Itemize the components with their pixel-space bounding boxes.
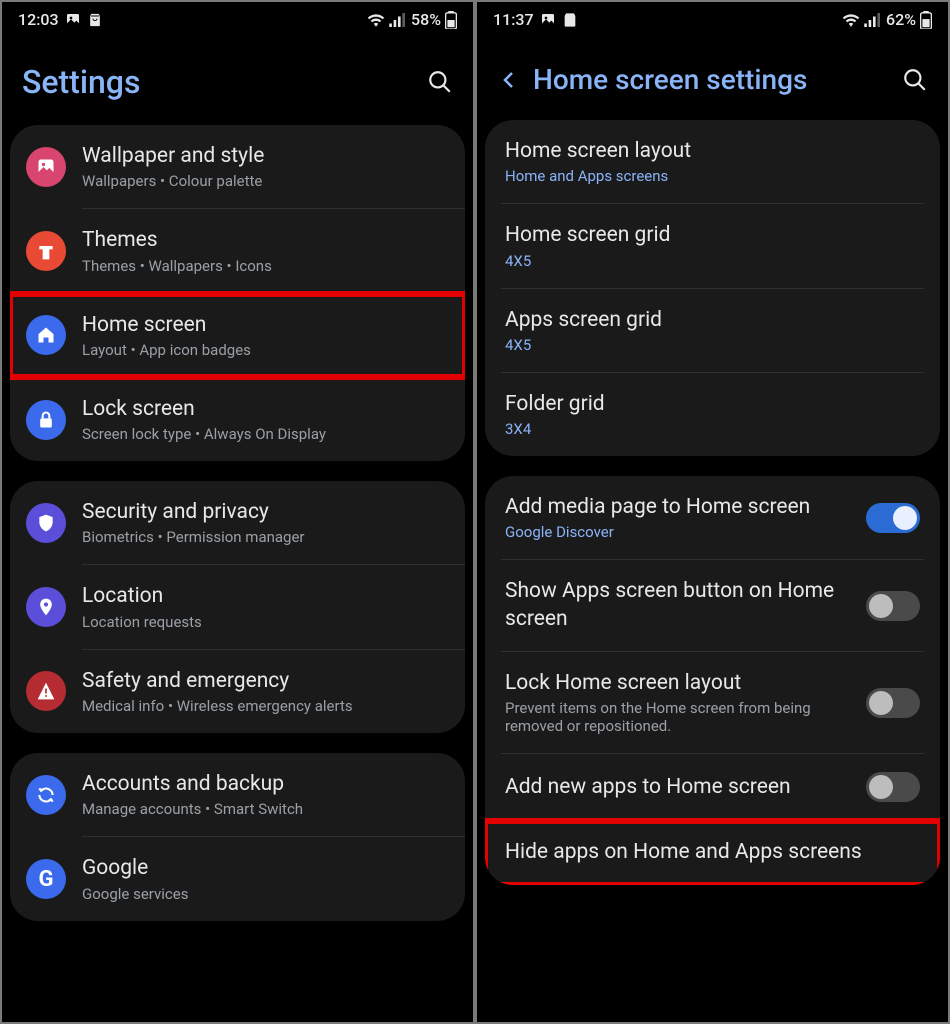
item-apps-grid[interactable]: Apps screen grid 4X5 [485,289,940,372]
gallery-icon [65,12,81,28]
settings-item-google[interactable]: G Google Google services [10,837,465,920]
page-header: Settings [2,33,473,125]
home-settings-list[interactable]: Home screen layout Home and Apps screens… [477,120,948,1022]
page-title: Settings [22,63,415,101]
settings-item-lock-screen[interactable]: Lock screen Screen lock type • Always On… [10,378,465,461]
toggle-add-new-apps[interactable] [866,772,920,802]
settings-group-accounts: Accounts and backup Manage accounts • Sm… [10,753,465,921]
shield-icon [26,503,66,543]
item-title: Lock Home screen layout [505,670,850,697]
toggle-apps-button[interactable] [866,591,920,621]
item-sub: Medical info • Wireless emergency alerts [82,697,449,715]
google-icon: G [26,859,66,899]
item-sub: 4X5 [505,336,920,354]
item-folder-grid[interactable]: Folder grid 3X4 [485,373,940,456]
item-title: Add media page to Home screen [505,494,850,521]
settings-item-wallpaper[interactable]: Wallpaper and style Wallpapers • Colour … [10,125,465,208]
item-title: Safety and emergency [82,668,449,695]
page-title: Home screen settings [533,63,890,96]
status-bar: 11:37 62% [477,2,948,33]
item-sub: Home and Apps screens [505,167,920,185]
shopping-icon [87,12,103,28]
page-header: Home screen settings [477,33,948,120]
settings-item-location[interactable]: Location Location requests [10,565,465,648]
item-sub: Screen lock type • Always On Display [82,425,449,443]
battery-icon [445,11,457,29]
item-sub: Layout • App icon badges [82,341,449,359]
settings-group-security: Security and privacy Biometrics • Permis… [10,481,465,733]
battery-icon [920,11,932,29]
item-sub: Wallpapers • Colour palette [82,172,449,190]
group-grids: Home screen layout Home and Apps screens… [485,120,940,456]
item-title: Home screen grid [505,222,920,249]
item-sub: 3X4 [505,420,920,438]
item-title: Home screen layout [505,138,920,165]
item-sub: Prevent items on the Home screen from be… [505,699,850,735]
item-title: Themes [82,227,449,254]
home-icon [26,315,66,355]
status-battery-pct: 58% [411,10,441,29]
item-home-layout[interactable]: Home screen layout Home and Apps screens [485,120,940,203]
item-title: Add new apps to Home screen [505,774,850,801]
status-battery-pct: 62% [886,10,916,29]
item-title: Location [82,583,449,610]
settings-item-security[interactable]: Security and privacy Biometrics • Permis… [10,481,465,564]
back-button[interactable] [497,68,521,92]
shopping-icon [562,12,578,28]
toggle-media-page[interactable] [866,503,920,533]
emergency-icon [26,671,66,711]
item-home-grid[interactable]: Home screen grid 4X5 [485,204,940,287]
wifi-icon [842,13,860,27]
item-title: Hide apps on Home and Apps screens [505,839,920,866]
item-sub: Themes • Wallpapers • Icons [82,257,449,275]
status-bar: 12:03 58% [2,2,473,33]
settings-item-safety[interactable]: Safety and emergency Medical info • Wire… [10,650,465,733]
item-sub: Manage accounts • Smart Switch [82,800,449,818]
settings-item-themes[interactable]: Themes Themes • Wallpapers • Icons [10,209,465,292]
toggle-lock-layout[interactable] [866,688,920,718]
phone-right-home-settings: 11:37 62% Home screen settings Home scre… [477,2,948,1022]
themes-icon [26,231,66,271]
status-time: 12:03 [18,10,59,29]
search-button[interactable] [427,69,453,95]
item-title: Show Apps screen button on Home screen [505,578,850,633]
item-sub: 4X5 [505,252,920,270]
item-title: Security and privacy [82,499,449,526]
item-title: Lock screen [82,396,449,423]
group-options: Add media page to Home screen Google Dis… [485,476,940,884]
location-icon [26,587,66,627]
item-lock-layout[interactable]: Lock Home screen layout Prevent items on… [485,652,940,753]
gallery-icon [540,12,556,28]
item-hide-apps[interactable]: Hide apps on Home and Apps screens [485,821,940,884]
settings-list[interactable]: Wallpaper and style Wallpapers • Colour … [2,125,473,1022]
item-title: Folder grid [505,391,920,418]
phone-left-settings: 12:03 58% Settings Wallpaper and style W… [2,2,473,1022]
settings-group-display: Wallpaper and style Wallpapers • Colour … [10,125,465,461]
lock-icon [26,400,66,440]
search-button[interactable] [902,67,928,93]
item-title: Wallpaper and style [82,143,449,170]
item-sub: Biometrics • Permission manager [82,528,449,546]
item-title: Apps screen grid [505,307,920,334]
item-add-new-apps[interactable]: Add new apps to Home screen [485,754,940,820]
wifi-icon [367,13,385,27]
item-sub: Google Discover [505,523,850,541]
item-title: Home screen [82,312,449,339]
item-sub: Google services [82,885,449,903]
item-media-page[interactable]: Add media page to Home screen Google Dis… [485,476,940,559]
item-show-apps-button[interactable]: Show Apps screen button on Home screen [485,560,940,651]
wallpaper-icon [26,147,66,187]
item-title: Google [82,855,449,882]
item-title: Accounts and backup [82,771,449,798]
settings-item-home-screen[interactable]: Home screen Layout • App icon badges [10,294,465,377]
signal-icon [864,13,882,27]
signal-icon [389,13,407,27]
sync-icon [26,775,66,815]
settings-item-accounts[interactable]: Accounts and backup Manage accounts • Sm… [10,753,465,836]
status-time: 11:37 [493,10,534,29]
item-sub: Location requests [82,613,449,631]
